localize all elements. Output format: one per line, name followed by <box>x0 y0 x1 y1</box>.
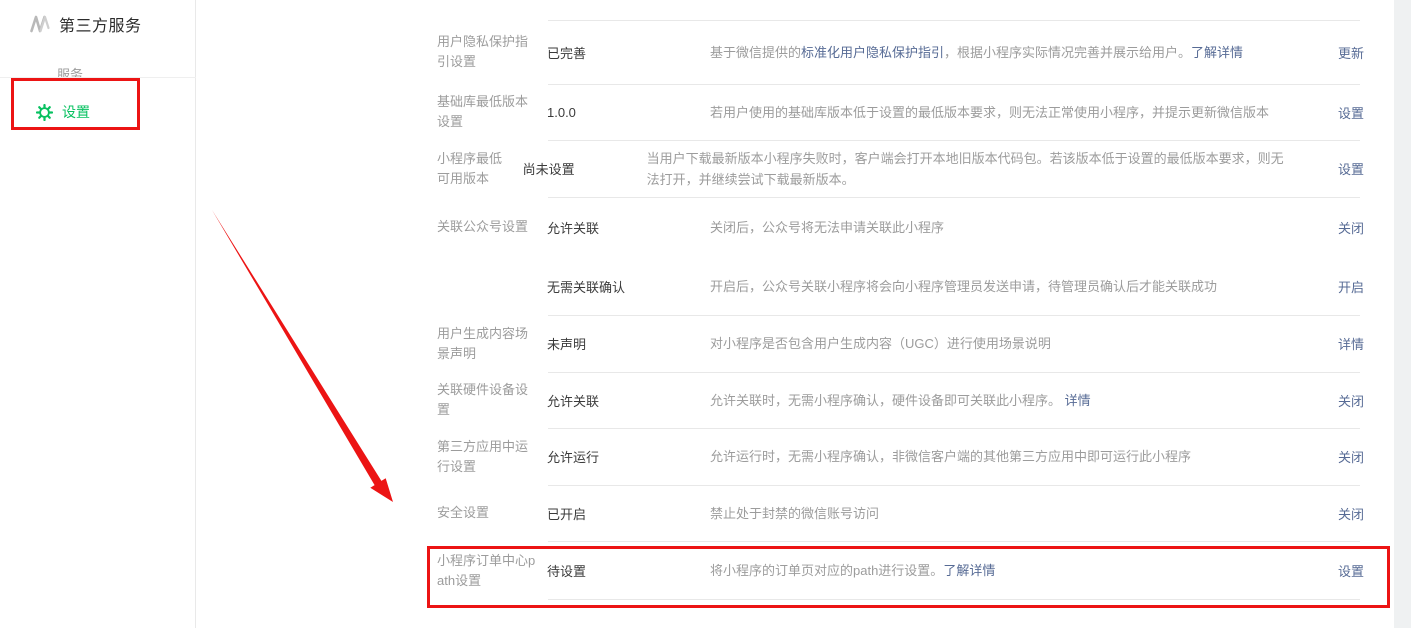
table-row: 第三方应用中运行设置 允许运行 允许运行时，无需小程序确认，非微信客户端的其他第… <box>437 428 1364 485</box>
setting-label: 用户隐私保护指引设置 <box>437 32 547 72</box>
action-link[interactable]: 关闭 <box>1338 394 1364 409</box>
desc-text: 禁止处于封禁的微信账号访问 <box>710 506 879 521</box>
setting-value: 允许关联 <box>547 218 710 237</box>
sidebar-section-label: 服务 <box>0 36 195 83</box>
setting-label: 关联公众号设置 <box>437 217 547 237</box>
setting-description: 将小程序的订单页对应的path进行设置。了解详情 <box>710 560 1300 581</box>
desc-link[interactable]: 了解详情 <box>943 563 995 578</box>
table-row: 无需关联确认 开启后，公众号关联小程序将会向小程序管理员发送申请，待管理员确认后… <box>437 257 1364 315</box>
table-row: 小程序订单中心path设置 待设置 将小程序的订单页对应的path进行设置。了解… <box>437 541 1364 600</box>
desc-text: 开启后，公众号关联小程序将会向小程序管理员发送申请，待管理员确认后才能关联成功 <box>710 279 1217 294</box>
setting-description: 关闭后，公众号将无法申请关联此小程序 <box>710 217 1300 238</box>
setting-value: 允许关联 <box>547 391 710 410</box>
action-link[interactable]: 设置 <box>1338 106 1364 121</box>
setting-description: 对小程序是否包含用户生成内容（UGC）进行使用场景说明 <box>710 333 1300 354</box>
action-link[interactable]: 更新 <box>1338 46 1364 61</box>
sidebar-title: 第三方服务 <box>59 12 142 36</box>
setting-label: 安全设置 <box>437 503 547 523</box>
setting-value: 尚未设置 <box>523 159 647 178</box>
sidebar-divider <box>0 77 196 78</box>
setting-description: 开启后，公众号关联小程序将会向小程序管理员发送申请，待管理员确认后才能关联成功 <box>710 276 1300 297</box>
setting-description: 当用户下载最新版本小程序失败时，客户端会打开本地旧版本代码包。若该版本低于设置的… <box>647 148 1316 190</box>
desc-text: 关闭后，公众号将无法申请关联此小程序 <box>710 220 944 235</box>
desc-text: 允许运行时，无需小程序确认，非微信客户端的其他第三方应用中即可运行此小程序 <box>710 449 1191 464</box>
action-link[interactable]: 开启 <box>1338 280 1364 295</box>
setting-label: 小程序订单中心path设置 <box>437 551 547 591</box>
sidebar-item-settings[interactable]: 设置 <box>0 96 196 128</box>
desc-text: 若用户使用的基础库版本低于设置的最低版本要求，则无法正常使用小程序，并提示更新微… <box>710 105 1269 120</box>
desc-text: 当用户下载最新版本小程序失败时，客户端会打开本地旧版本代码包。若该版本低于设置的… <box>647 151 1284 187</box>
setting-value: 1.0.0 <box>547 105 710 120</box>
action-link[interactable]: 关闭 <box>1338 450 1364 465</box>
setting-value: 允许运行 <box>547 447 710 466</box>
table-row: 用户隐私保护指引设置 已完善 基于微信提供的标准化用户隐私保护指引，根据小程序实… <box>437 20 1364 84</box>
setting-label: 基础库最低版本设置 <box>437 92 547 132</box>
desc-link[interactable]: 详情 <box>1065 393 1091 408</box>
desc-text: ，根据小程序实际情况完善并展示给用户。 <box>944 45 1191 60</box>
desc-text: 将小程序的订单页对应的path进行设置。 <box>710 563 943 578</box>
setting-value: 待设置 <box>547 561 710 580</box>
sidebar-header: 第三方服务 <box>0 0 195 36</box>
table-row: 用户生成内容场景声明 未声明 对小程序是否包含用户生成内容（UGC）进行使用场景… <box>437 315 1364 372</box>
sidebar: 第三方服务 服务 设置 <box>0 0 196 628</box>
setting-description: 允许运行时，无需小程序确认，非微信客户端的其他第三方应用中即可运行此小程序 <box>710 446 1300 467</box>
setting-label: 用户生成内容场景声明 <box>437 324 547 364</box>
settings-table: 用户隐私保护指引设置 已完善 基于微信提供的标准化用户隐私保护指引，根据小程序实… <box>437 20 1364 600</box>
desc-link[interactable]: 了解详情 <box>1191 45 1243 60</box>
setting-value: 已完善 <box>547 43 710 62</box>
setting-description: 允许关联时，无需小程序确认，硬件设备即可关联此小程序。 详情 <box>710 390 1300 411</box>
table-row: 小程序最低可用版本 尚未设置 当用户下载最新版本小程序失败时，客户端会打开本地旧… <box>437 140 1364 197</box>
desc-text: 允许关联时，无需小程序确认，硬件设备即可关联此小程序。 <box>710 393 1065 408</box>
setting-label: 小程序最低可用版本 <box>437 149 523 189</box>
setting-label: 关联硬件设备设置 <box>437 380 547 420</box>
action-link[interactable]: 关闭 <box>1338 221 1364 236</box>
setting-description: 若用户使用的基础库版本低于设置的最低版本要求，则无法正常使用小程序，并提示更新微… <box>710 102 1300 123</box>
table-row: 关联公众号设置 允许关联 关闭后，公众号将无法申请关联此小程序 关闭 <box>437 197 1364 257</box>
scrollbar-track[interactable] <box>1394 0 1411 628</box>
setting-label: 第三方应用中运行设置 <box>437 437 547 477</box>
table-row: 安全设置 已开启 禁止处于封禁的微信账号访问 关闭 <box>437 485 1364 541</box>
table-row: 基础库最低版本设置 1.0.0 若用户使用的基础库版本低于设置的最低版本要求，则… <box>437 84 1364 140</box>
action-link[interactable]: 详情 <box>1338 337 1364 352</box>
setting-description: 基于微信提供的标准化用户隐私保护指引，根据小程序实际情况完善并展示给用户。了解详… <box>710 42 1300 63</box>
action-link[interactable]: 关闭 <box>1338 507 1364 522</box>
setting-value: 无需关联确认 <box>547 277 710 296</box>
desc-text: 对小程序是否包含用户生成内容（UGC）进行使用场景说明 <box>710 336 1051 351</box>
setting-description: 禁止处于封禁的微信账号访问 <box>710 503 1300 524</box>
action-link[interactable]: 设置 <box>1338 162 1364 177</box>
setting-value: 未声明 <box>547 334 710 353</box>
desc-link[interactable]: 标准化用户隐私保护指引 <box>801 45 944 60</box>
third-party-platform-logo-icon <box>30 15 50 33</box>
table-row: 关联硬件设备设置 允许关联 允许关联时，无需小程序确认，硬件设备即可关联此小程序… <box>437 372 1364 428</box>
settings-page: 第三方服务 服务 设置 <box>0 0 1411 628</box>
action-link[interactable]: 设置 <box>1338 564 1364 579</box>
sidebar-item-label: 设置 <box>62 102 90 122</box>
desc-text: 基于微信提供的 <box>710 45 801 60</box>
gear-icon <box>36 104 53 121</box>
setting-value: 已开启 <box>547 504 710 523</box>
